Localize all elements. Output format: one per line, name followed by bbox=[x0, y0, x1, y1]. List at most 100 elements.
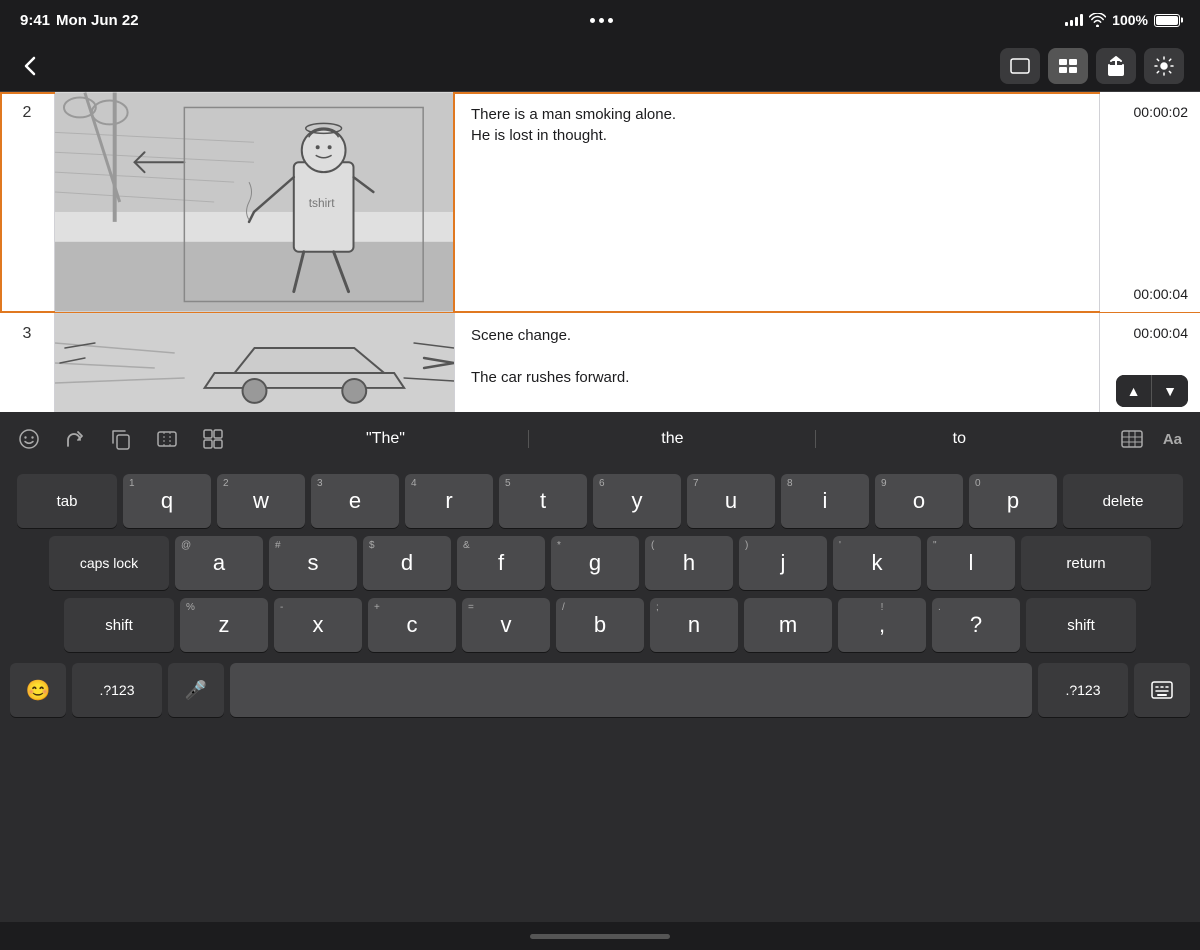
font-icon[interactable]: Aa bbox=[1157, 425, 1188, 454]
emoji-replace-icon[interactable] bbox=[12, 422, 46, 456]
autocomplete-word-1: the bbox=[661, 430, 683, 447]
battery-percent: 100% bbox=[1112, 12, 1148, 28]
return-key[interactable]: return bbox=[1021, 536, 1151, 590]
up-button[interactable]: ▲ bbox=[1116, 375, 1152, 407]
autocomplete-the[interactable]: the bbox=[529, 424, 816, 454]
time-top-2: 00:00:02 bbox=[1134, 104, 1189, 120]
storyboard-row-2: 2 bbox=[0, 92, 1200, 313]
j-key[interactable]: )j bbox=[739, 536, 827, 590]
down-button[interactable]: ▼ bbox=[1152, 375, 1188, 407]
autocomplete-to[interactable]: to bbox=[816, 424, 1103, 454]
copy-icon[interactable] bbox=[104, 422, 138, 456]
nav-left bbox=[16, 52, 44, 80]
p-key[interactable]: 0p bbox=[969, 474, 1057, 528]
h-key[interactable]: (h bbox=[645, 536, 733, 590]
settings-button[interactable] bbox=[1144, 48, 1184, 84]
up-down-buttons[interactable]: ▲ ▼ bbox=[1116, 375, 1188, 407]
status-date: Mon Jun 22 bbox=[56, 12, 139, 29]
nav-bar bbox=[0, 40, 1200, 92]
row-number-2: 2 bbox=[0, 92, 55, 312]
keyboard-row-1: tab 1q 2w 3e 4r 5t 6y 7u 8i 9o 0p delete bbox=[4, 474, 1196, 528]
frame-cell-2[interactable]: tshirt bbox=[55, 92, 455, 312]
l-key[interactable]: "l bbox=[927, 536, 1015, 590]
numbers-right-key[interactable]: .?123 bbox=[1038, 663, 1128, 717]
status-time: 9:41 bbox=[20, 12, 50, 29]
row-num-label-3: 3 bbox=[23, 325, 32, 343]
k-key[interactable]: 'k bbox=[833, 536, 921, 590]
toolbar-right: Aa bbox=[1115, 424, 1188, 454]
autocomplete-the-quoted[interactable]: "The" bbox=[242, 424, 529, 454]
autocomplete-word-2: to bbox=[953, 430, 966, 447]
f-key[interactable]: &f bbox=[457, 536, 545, 590]
g-key[interactable]: *g bbox=[551, 536, 639, 590]
row-num-label-2: 2 bbox=[23, 104, 32, 122]
q-key[interactable]: 1q bbox=[123, 474, 211, 528]
text-content-2: There is a man smoking alone. He is lost… bbox=[471, 104, 1083, 146]
redo-icon[interactable] bbox=[58, 422, 92, 456]
c-key[interactable]: +c bbox=[368, 598, 456, 652]
question-key[interactable]: .? bbox=[932, 598, 1020, 652]
e-key[interactable]: 3e bbox=[311, 474, 399, 528]
keyboard-row-3: shift %z -x +c =v /b ;n m !, .? shift bbox=[4, 598, 1196, 652]
z-key[interactable]: %z bbox=[180, 598, 268, 652]
caps-lock-key[interactable]: caps lock bbox=[49, 536, 169, 590]
svg-text:tshirt: tshirt bbox=[309, 196, 336, 210]
v-key[interactable]: =v bbox=[462, 598, 550, 652]
x-key[interactable]: -x bbox=[274, 598, 362, 652]
keyboard-row-2: caps lock @a #s $d &f *g (h )j 'k "l ret… bbox=[4, 536, 1196, 590]
storyboard-row-3: 3 bbox=[0, 313, 1200, 412]
left-shift-key[interactable]: shift bbox=[64, 598, 174, 652]
single-view-button[interactable] bbox=[1000, 48, 1040, 84]
layout-icon[interactable] bbox=[196, 422, 230, 456]
frame-cell-3[interactable] bbox=[55, 313, 455, 412]
wifi-icon bbox=[1089, 13, 1106, 27]
battery-icon bbox=[1154, 14, 1180, 27]
delete-key[interactable]: delete bbox=[1063, 474, 1183, 528]
sketch-man-smoking: tshirt bbox=[55, 92, 453, 312]
exclamation-key[interactable]: !, bbox=[838, 598, 926, 652]
nav-right bbox=[1000, 48, 1184, 84]
w-key[interactable]: 2w bbox=[217, 474, 305, 528]
m-key[interactable]: m bbox=[744, 598, 832, 652]
dot-1 bbox=[590, 18, 595, 23]
n-key[interactable]: ;n bbox=[650, 598, 738, 652]
keyboard: tab 1q 2w 3e 4r 5t 6y 7u 8i 9o 0p delete… bbox=[0, 466, 1200, 720]
autocomplete-bar: "The" the to bbox=[242, 419, 1103, 459]
space-key[interactable] bbox=[230, 663, 1032, 717]
i-key[interactable]: 8i bbox=[781, 474, 869, 528]
o-key[interactable]: 9o bbox=[875, 474, 963, 528]
right-shift-key[interactable]: shift bbox=[1026, 598, 1136, 652]
autocomplete-word-0: "The" bbox=[366, 430, 405, 447]
share-button[interactable] bbox=[1096, 48, 1136, 84]
status-left: 9:41 Mon Jun 22 bbox=[20, 12, 139, 29]
emoji-key[interactable]: 😊 bbox=[10, 663, 66, 717]
text-cell-2[interactable]: There is a man smoking alone. He is lost… bbox=[455, 92, 1100, 312]
grid-view-button[interactable] bbox=[1048, 48, 1088, 84]
s-key[interactable]: #s bbox=[269, 536, 357, 590]
text-cell-3[interactable]: Scene change. The car rushes forward. bbox=[455, 313, 1100, 412]
numbers-left-key[interactable]: .?123 bbox=[72, 663, 162, 717]
b-key[interactable]: /b bbox=[556, 598, 644, 652]
time-cell-2: 00:00:02 00:00:04 bbox=[1100, 92, 1200, 312]
d-key[interactable]: $d bbox=[363, 536, 451, 590]
status-right: 100% bbox=[1065, 12, 1180, 28]
back-button[interactable] bbox=[16, 52, 44, 80]
text-content-3: Scene change. The car rushes forward. bbox=[471, 325, 1083, 388]
keyboard-area: "The" the to Aa bbox=[0, 412, 1200, 922]
row-number-3: 3 bbox=[0, 313, 55, 412]
microphone-key[interactable]: 🎤 bbox=[168, 663, 224, 717]
frame-icon[interactable] bbox=[150, 422, 184, 456]
tab-key[interactable]: tab bbox=[17, 474, 117, 528]
sketch-car bbox=[55, 313, 454, 412]
t-key[interactable]: 5t bbox=[499, 474, 587, 528]
y-key[interactable]: 6y bbox=[593, 474, 681, 528]
status-bar: 9:41 Mon Jun 22 100% bbox=[0, 0, 1200, 40]
a-key[interactable]: @a bbox=[175, 536, 263, 590]
grid-keyboard-icon[interactable] bbox=[1115, 424, 1149, 454]
r-key[interactable]: 4r bbox=[405, 474, 493, 528]
time-cell-3: 00:00:04 ▲ ▼ bbox=[1100, 313, 1200, 412]
time-top-3: 00:00:04 bbox=[1134, 325, 1189, 341]
u-key[interactable]: 7u bbox=[687, 474, 775, 528]
bottom-keyboard-row: 😊 .?123 🎤 .?123 bbox=[4, 660, 1196, 720]
keyboard-icon-key[interactable] bbox=[1134, 663, 1190, 717]
